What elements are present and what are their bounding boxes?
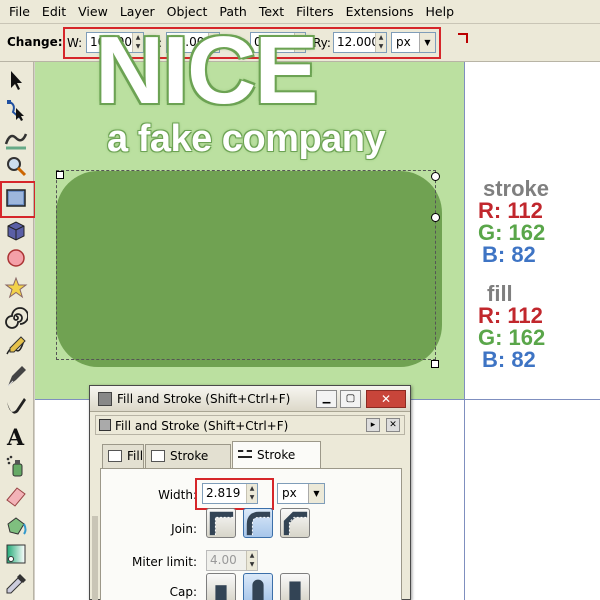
spin-up-icon[interactable]: ▲ (247, 484, 257, 493)
eraser-tool-icon[interactable] (4, 484, 28, 508)
minimize-button[interactable]: ▁ (316, 390, 337, 408)
maximize-button[interactable]: ▢ (340, 390, 361, 408)
round-cap-icon (252, 579, 264, 600)
spin-up-icon[interactable]: ▲ (247, 551, 257, 560)
square-cap-button[interactable] (280, 573, 310, 600)
width-label: W: (67, 36, 83, 50)
miter-limit-value: 4.00 (210, 553, 237, 567)
spin-down-icon[interactable]: ▼ (247, 560, 257, 569)
zoom-tool-icon[interactable] (4, 154, 28, 178)
miter-limit-spinbox[interactable]: 4.00 ▲ ▼ (206, 550, 258, 571)
gradient-tool-icon[interactable] (4, 542, 28, 566)
stroke-style-panel: Width: 2.819 ▲ ▼ px ▼ Join: Miter limit: … (100, 468, 402, 600)
stroke-width-value: 2.819 (206, 486, 241, 500)
stroke-b: B: 82 (482, 242, 536, 267)
brand-tagline: a fake company (107, 118, 386, 160)
toolbox: A (0, 62, 36, 600)
chevron-down-icon[interactable]: ▼ (308, 484, 324, 503)
ry-value: 12.000 (337, 35, 379, 49)
dialog-scrollbar[interactable] (92, 516, 98, 600)
stroke-width-spin-arrows[interactable]: ▲ ▼ (246, 484, 257, 503)
tab-stroke-paint[interactable]: Stroke paint (145, 444, 231, 485)
tab-fill[interactable]: Fill (102, 444, 144, 468)
cap-label: Cap: (169, 585, 197, 599)
dock-item-bar: Fill and Stroke (Shift+Ctrl+F) ▸ ✕ (95, 415, 405, 435)
spin-down-icon[interactable]: ▼ (376, 42, 386, 51)
dropper-tool-icon[interactable] (4, 572, 28, 596)
miter-join-icon (209, 511, 234, 536)
dock-title: Fill and Stroke (Shift+Ctrl+F) (115, 419, 289, 433)
not-rounded-icon[interactable] (458, 33, 468, 43)
miter-join-button[interactable] (206, 508, 236, 538)
close-button[interactable]: ✕ (366, 390, 406, 408)
star-tool-icon[interactable] (4, 276, 28, 300)
menu-extensions[interactable]: Extensions (340, 0, 420, 24)
resize-handle-bottom-right[interactable] (431, 360, 439, 368)
menu-edit[interactable]: Edit (36, 0, 72, 24)
fill-b: B: 82 (482, 347, 536, 372)
ry-spin-arrows[interactable]: ▲ ▼ (375, 33, 386, 52)
stroke-width-label: Width: (158, 488, 197, 502)
chevron-down-icon[interactable]: ▼ (419, 33, 435, 52)
join-label: Join: (171, 522, 197, 536)
fill-stroke-dialog[interactable]: Fill and Stroke (Shift+Ctrl+F) ▁ ▢ ✕ Fil… (89, 385, 411, 600)
change-label: Change: (7, 35, 63, 49)
dock-iconify-button[interactable]: ▸ (366, 418, 380, 432)
butt-cap-button[interactable] (206, 573, 236, 600)
rx-handle[interactable] (431, 213, 440, 222)
stroke-style-icon (238, 450, 252, 458)
ellipse-tool-icon[interactable] (4, 246, 28, 270)
menu-file[interactable]: File (3, 0, 36, 24)
unit-value: px (396, 35, 411, 49)
fill-icon (108, 450, 122, 462)
round-cap-button[interactable] (243, 573, 273, 600)
stroke-unit-value: px (282, 486, 297, 500)
spiral-tool-icon[interactable] (4, 306, 29, 330)
spin-down-icon[interactable]: ▼ (247, 493, 257, 502)
pen-tool-icon[interactable] (4, 364, 28, 388)
miter-limit-label: Miter limit: (132, 555, 197, 569)
highlight-box (0, 181, 36, 218)
selected-rectangle[interactable] (56, 170, 442, 367)
menu-help[interactable]: Help (420, 0, 461, 24)
selector-tool-icon[interactable] (4, 68, 28, 92)
3dbox-tool-icon[interactable] (4, 218, 28, 242)
fill-stroke-icon (99, 419, 111, 431)
ry-spinbox[interactable]: 12.000 ▲ ▼ (333, 32, 387, 53)
tab-fill-label: Fill (127, 449, 144, 463)
dialog-title: Fill and Stroke (Shift+Ctrl+F) (117, 392, 291, 406)
dock-close-button[interactable]: ✕ (386, 418, 400, 432)
brand-logo-text: NICE (95, 17, 318, 124)
page-border-vertical (464, 62, 465, 600)
inkscape-icon (98, 392, 112, 406)
tab-stroke-style[interactable]: Stroke style (232, 441, 321, 488)
stroke-width-spinbox[interactable]: 2.819 ▲ ▼ (202, 483, 258, 504)
spin-up-icon[interactable]: ▲ (376, 33, 386, 42)
resize-handle-top-left[interactable] (56, 171, 64, 179)
selection-bbox (56, 170, 436, 360)
node-tool-icon[interactable] (4, 98, 28, 122)
stroke-unit-select[interactable]: px ▼ (277, 483, 325, 504)
stroke-paint-icon (151, 450, 165, 462)
bucket-tool-icon[interactable] (4, 514, 28, 538)
miter-limit-spin-arrows[interactable]: ▲ ▼ (246, 551, 257, 570)
ry-handle[interactable] (431, 172, 440, 181)
spray-tool-icon[interactable] (4, 454, 28, 478)
round-join-icon (246, 511, 271, 536)
butt-cap-icon (215, 585, 227, 600)
tweak-tool-icon[interactable] (4, 126, 28, 150)
svg-text:A: A (6, 425, 25, 448)
round-join-button[interactable] (243, 508, 273, 538)
unit-select[interactable]: px ▼ (391, 32, 436, 53)
calligraphy-tool-icon[interactable] (4, 394, 28, 418)
pencil-tool-icon[interactable] (4, 334, 28, 358)
bevel-join-button[interactable] (280, 508, 310, 538)
square-cap-icon (289, 581, 301, 600)
dialog-titlebar[interactable]: Fill and Stroke (Shift+Ctrl+F) ▁ ▢ ✕ (90, 386, 410, 412)
text-tool-icon[interactable]: A (4, 424, 28, 451)
bevel-join-icon (283, 511, 308, 536)
